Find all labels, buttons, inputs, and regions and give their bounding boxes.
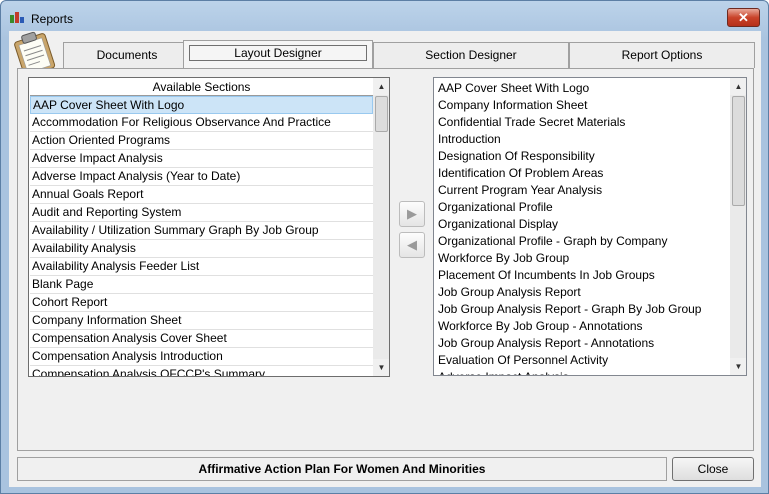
tab-report-options[interactable]: Report Options <box>569 42 755 68</box>
available-section-item[interactable]: Blank Page <box>30 276 373 294</box>
tab-layout-designer[interactable]: Layout Designer <box>183 40 373 69</box>
selected-section-item[interactable]: Job Group Analysis Report - Annotations <box>438 335 728 352</box>
arrow-left-icon: ◀ <box>407 237 417 252</box>
selected-section-item[interactable]: Confidential Trade Secret Materials <box>438 114 728 131</box>
available-sections-scrollbar[interactable]: ▲ ▼ <box>373 78 389 376</box>
add-section-button[interactable]: ▶ <box>399 201 425 227</box>
tab-documents[interactable]: Documents <box>63 42 191 68</box>
available-section-item[interactable]: Action Oriented Programs <box>30 132 373 150</box>
available-section-item[interactable]: Compensation Analysis Cover Sheet <box>30 330 373 348</box>
selected-section-item[interactable]: Job Group Analysis Report <box>438 284 728 301</box>
reports-window: Reports ✕ Documents Layout Designer Sect… <box>0 0 769 494</box>
scroll-up-icon[interactable]: ▲ <box>373 78 389 95</box>
selected-section-item[interactable]: Introduction <box>438 131 728 148</box>
arrow-right-icon: ▶ <box>407 206 417 221</box>
tab-section-designer[interactable]: Section Designer <box>373 42 569 68</box>
available-section-item[interactable]: Availability / Utilization Summary Graph… <box>30 222 373 240</box>
scroll-up-icon[interactable]: ▲ <box>730 78 746 95</box>
close-icon: ✕ <box>738 10 749 25</box>
tab-documents-label: Documents <box>96 48 158 62</box>
selected-sections-list[interactable]: AAP Cover Sheet With Logo Company Informa… <box>433 77 747 376</box>
available-section-item[interactable]: Audit and Reporting System <box>30 204 373 222</box>
reports-icon <box>9 10 25 24</box>
available-section-item[interactable]: Annual Goals Report <box>30 186 373 204</box>
available-section-item[interactable]: Cohort Report <box>30 294 373 312</box>
tab-strip: Documents Layout Designer Section Design… <box>9 40 761 69</box>
selected-section-item[interactable]: Designation Of Responsibility <box>438 148 728 165</box>
remove-section-button[interactable]: ◀ <box>399 232 425 258</box>
window-title: Reports <box>31 12 74 26</box>
selected-sections-scrollbar[interactable]: ▲ ▼ <box>730 78 746 375</box>
selected-section-item[interactable]: Organizational Profile <box>438 199 728 216</box>
scroll-down-icon[interactable]: ▼ <box>373 359 389 376</box>
scroll-down-icon[interactable]: ▼ <box>730 358 746 375</box>
selected-section-item[interactable]: AAP Cover Sheet With Logo <box>438 80 728 97</box>
selected-section-item[interactable]: Adverse Impact Analysis <box>438 369 728 375</box>
selected-section-item[interactable]: Organizational Profile - Graph by Compan… <box>438 233 728 250</box>
selected-section-item[interactable]: Workforce By Job Group <box>438 250 728 267</box>
selected-section-item[interactable]: Organizational Display <box>438 216 728 233</box>
available-section-item[interactable]: Company Information Sheet <box>30 312 373 330</box>
available-section-item[interactable]: Accommodation For Religious Observance A… <box>30 114 373 132</box>
window-close-button[interactable]: ✕ <box>727 8 760 27</box>
tab-section-designer-label: Section Designer <box>425 48 517 62</box>
plan-title-bar: Affirmative Action Plan For Women And Mi… <box>17 457 667 481</box>
selected-section-item[interactable]: Placement Of Incumbents In Job Groups <box>438 267 728 284</box>
close-button[interactable]: Close <box>672 457 754 481</box>
tab-layout-designer-label: Layout Designer <box>189 45 367 61</box>
selected-section-item[interactable]: Evaluation Of Personnel Activity <box>438 352 728 369</box>
scroll-thumb[interactable] <box>375 96 388 132</box>
selected-section-item[interactable]: Job Group Analysis Report - Graph By Job… <box>438 301 728 318</box>
available-sections-list[interactable]: Available Sections AAP Cover Sheet With … <box>28 77 390 377</box>
available-sections-header[interactable]: Available Sections <box>30 79 373 96</box>
available-section-item[interactable]: Compensation Analysis Introduction <box>30 348 373 366</box>
selected-section-item[interactable]: Company Information Sheet <box>438 97 728 114</box>
selected-section-item[interactable]: Identification Of Problem Areas <box>438 165 728 182</box>
selected-sections-rows: AAP Cover Sheet With Logo Company Informa… <box>438 80 728 375</box>
available-section-item[interactable]: Adverse Impact Analysis <box>30 150 373 168</box>
available-section-item[interactable]: Adverse Impact Analysis (Year to Date) <box>30 168 373 186</box>
available-section-item[interactable]: Availability Analysis <box>30 240 373 258</box>
scroll-thumb[interactable] <box>732 96 745 206</box>
available-section-item[interactable]: AAP Cover Sheet With Logo <box>30 96 373 114</box>
available-sections-rows: AAP Cover Sheet With Logo Accommodation F… <box>30 96 373 376</box>
selected-section-item[interactable]: Workforce By Job Group - Annotations <box>438 318 728 335</box>
tab-report-options-label: Report Options <box>621 48 703 62</box>
available-section-item[interactable]: Availability Analysis Feeder List <box>30 258 373 276</box>
title-bar[interactable]: Reports ✕ <box>1 1 768 31</box>
selected-section-item[interactable]: Current Program Year Analysis <box>438 182 728 199</box>
available-section-item[interactable]: Compensation Analysis OFCCP's Summary <box>30 366 373 376</box>
